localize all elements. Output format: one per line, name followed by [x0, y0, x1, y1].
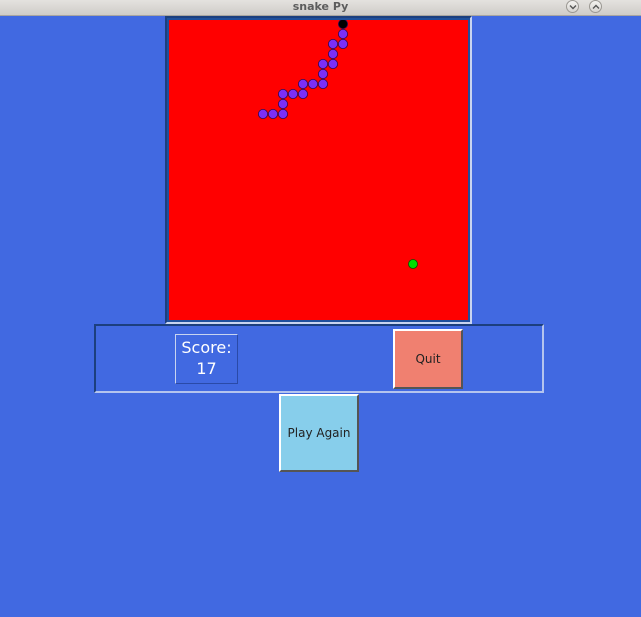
snake-segment: [297, 79, 308, 90]
snake-segment: [337, 38, 348, 49]
chevron-down-icon: [569, 5, 577, 10]
score-label: Score:: [181, 338, 232, 357]
score-display: Score: 17: [175, 334, 238, 384]
game-board-frame: [165, 16, 472, 324]
snake-segment: [307, 79, 318, 90]
snake-segment: [278, 89, 289, 100]
snake-head: [338, 20, 348, 29]
game-canvas: [258, 20, 418, 269]
snake-segment: [317, 59, 328, 70]
play-again-button[interactable]: Play Again: [279, 394, 359, 472]
chevron-up-icon: [592, 4, 600, 9]
window-title: snake Py: [292, 0, 349, 13]
title-bar[interactable]: snake Py: [0, 0, 641, 16]
snake-segment: [268, 109, 279, 120]
snake-segment: [278, 99, 289, 110]
maximize-button[interactable]: [589, 0, 602, 13]
snake-segment: [337, 28, 348, 39]
score-value: 17: [196, 359, 217, 378]
snake-segment: [327, 59, 338, 70]
quit-button[interactable]: Quit: [393, 329, 463, 389]
game-board: [169, 20, 468, 320]
snake-segment: [327, 48, 338, 59]
minimize-button[interactable]: [566, 0, 579, 13]
snake-segment: [317, 79, 328, 90]
food-pellet: [408, 259, 418, 269]
snake-segment: [297, 89, 308, 100]
snake-segment: [327, 38, 338, 49]
snake: [258, 20, 348, 120]
snake-segment: [288, 89, 299, 100]
control-panel: Score: 17 Quit: [94, 324, 544, 393]
snake-segment: [278, 109, 289, 120]
snake-segment: [317, 69, 328, 80]
snake-segment: [258, 109, 269, 120]
